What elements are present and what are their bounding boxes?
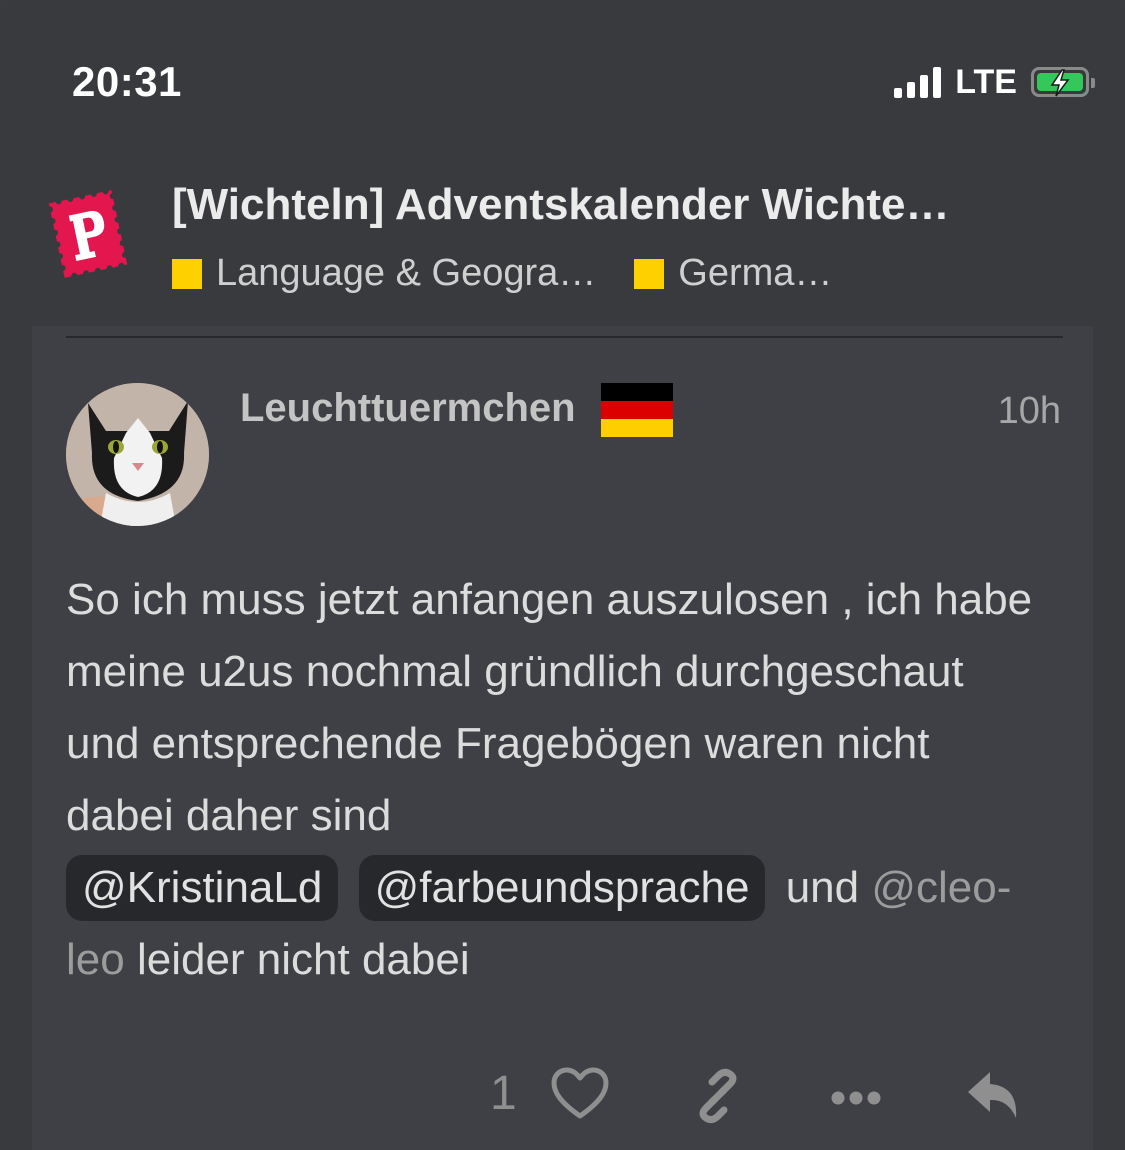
category-label: Language & Geogra… bbox=[216, 252, 597, 294]
app-frame: 20:31 LTE [Wichteln] Adventskalender Wic bbox=[0, 0, 1125, 1150]
p-stamp-logo[interactable] bbox=[46, 186, 130, 282]
post-card: Leuchttuermchen 10h So ich muss jetzt an… bbox=[32, 326, 1093, 1150]
category-badges: Language & Geogra… Germa… bbox=[172, 252, 870, 295]
signal-icon bbox=[894, 66, 942, 98]
post-timestamp[interactable]: 10h bbox=[998, 390, 1061, 433]
germany-flag-icon bbox=[601, 383, 673, 437]
avatar[interactable] bbox=[66, 383, 209, 526]
mention-kristinald[interactable]: @KristinaLd bbox=[66, 855, 339, 921]
status-time: 20:31 bbox=[72, 58, 182, 105]
more-icon[interactable] bbox=[826, 1066, 886, 1122]
charging-bolt-icon bbox=[1050, 69, 1070, 97]
cat-avatar-image bbox=[66, 383, 209, 526]
post-text: und bbox=[785, 863, 860, 912]
post-text: So ich muss jetzt anfangen auszulosen , … bbox=[66, 575, 1033, 840]
reply-icon[interactable] bbox=[964, 1066, 1024, 1122]
topic-title[interactable]: [Wichteln] Adventskalender Wichte… bbox=[172, 180, 1072, 230]
category-color-swatch bbox=[634, 258, 665, 289]
post-body: So ich muss jetzt anfangen auszulosen , … bbox=[66, 564, 1046, 996]
category-label: Germa… bbox=[678, 252, 833, 294]
status-indicators: LTE bbox=[894, 62, 1095, 102]
like-count[interactable]: 1 bbox=[490, 1066, 517, 1121]
category-badge-german[interactable]: Germa… bbox=[634, 252, 832, 295]
post-text: leider nicht dabei bbox=[136, 935, 470, 984]
category-badge-language[interactable]: Language & Geogra… bbox=[172, 252, 596, 295]
mention-farbeundsprache[interactable]: @farbeundsprache bbox=[358, 855, 766, 921]
category-color-swatch bbox=[172, 258, 202, 289]
divider bbox=[66, 336, 1063, 338]
post-username[interactable]: Leuchttuermchen bbox=[240, 386, 576, 431]
link-icon[interactable] bbox=[688, 1066, 748, 1126]
post-actions: 1 bbox=[32, 1056, 1093, 1136]
heart-icon[interactable] bbox=[550, 1066, 610, 1122]
network-label: LTE bbox=[955, 62, 1017, 101]
battery-icon bbox=[1031, 67, 1095, 97]
